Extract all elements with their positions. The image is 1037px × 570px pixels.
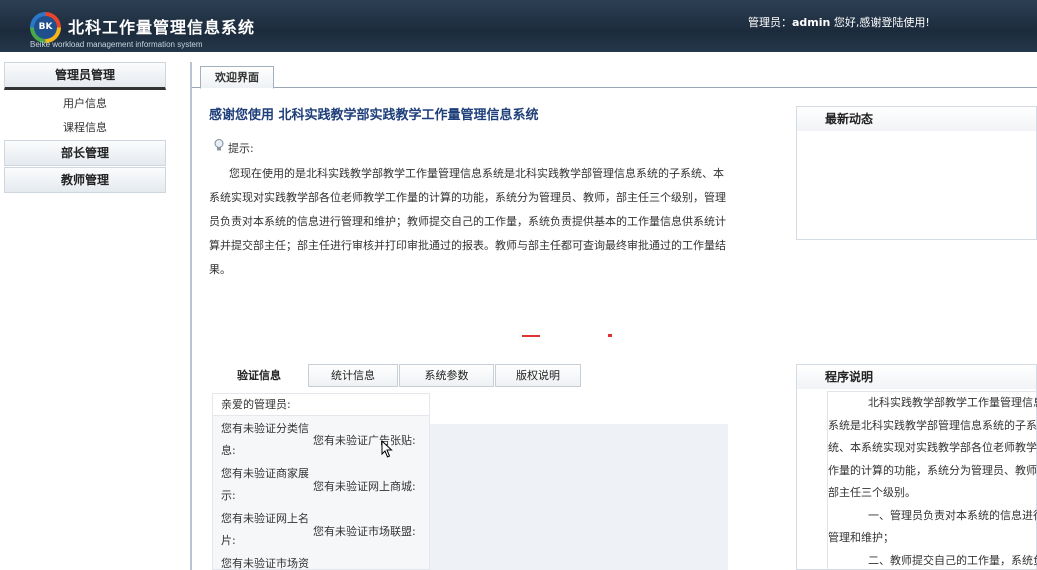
sidebar-group-admin[interactable]: 管理员管理	[4, 62, 166, 90]
verify-item: 您有未验证商家展示:	[221, 467, 309, 502]
program-line: 作量的计算的功能，系统分为管理员、教师、	[828, 463, 1037, 477]
verify-item: 您有未验证分类信息:	[221, 422, 309, 457]
app-subtitle: Beike workload management information sy…	[30, 40, 203, 49]
tab-copyright[interactable]: 版权说明	[495, 364, 581, 387]
mouse-cursor-icon	[381, 440, 393, 458]
tip-label: 提示:	[228, 142, 254, 155]
program-panel: 程序说明 北科实践教学部教学工作量管理信息系统是北科实践教学部管理信息系统的子系…	[796, 364, 1037, 570]
divider	[190, 62, 192, 570]
tab-statistics[interactable]: 统计信息	[308, 364, 398, 387]
program-line: 北科实践教学部教学工作量管理信息	[868, 396, 1037, 409]
program-line: 系统是北科实践教学部管理信息系统的子系	[828, 418, 1037, 432]
verify-item: 您有未验证市场联盟:	[313, 525, 416, 538]
welcome-title: 感谢您使用 北科实践教学部实践教学工作量管理信息系统	[209, 108, 539, 123]
program-title: 程序说明	[797, 365, 1036, 389]
decoration-mark	[522, 335, 540, 337]
user-name: admin	[792, 16, 831, 29]
sidebar-group-teacher[interactable]: 教师管理	[4, 167, 166, 193]
sidebar-group-director[interactable]: 部长管理	[4, 140, 166, 166]
program-text: 北科实践教学部教学工作量管理信息系统是北科实践教学部管理信息系统的子系 统、本系统…	[828, 392, 1037, 570]
program-line: 部主任三个级别。	[828, 486, 916, 499]
program-text-box: 北科实践教学部教学工作量管理信息系统是北科实践教学部管理信息系统的子系 统、本系统…	[827, 391, 1037, 570]
tip-text: 您现在使用的是北科实践教学部教学工作量管理信息系统是北科实践教学部管理信息系统的…	[209, 167, 726, 276]
sidebar-item-users[interactable]: 用户信息	[4, 93, 166, 115]
tab-parameters[interactable]: 系统参数	[399, 364, 494, 387]
tab-verify[interactable]: 验证信息	[212, 364, 306, 387]
decoration-dot	[608, 334, 612, 337]
verify-item: 您有未验证网上商城:	[313, 480, 416, 493]
lightbulb-icon	[214, 139, 224, 151]
verify-greeting: 亲爱的管理员:	[213, 394, 429, 416]
content-shade	[430, 424, 728, 570]
program-line: 统、本系统实现对实践教学部各位老师教学工	[828, 441, 1037, 454]
main-tabbar	[192, 62, 1037, 88]
user-greeting: 管理员：admin 您好,感谢登陆使用!	[748, 16, 930, 29]
sidebar: 管理员管理 用户信息 课程信息 部长管理 教师管理	[0, 52, 190, 570]
news-title: 最新动态	[797, 107, 1036, 131]
tab-welcome[interactable]: 欢迎界面	[200, 66, 274, 89]
program-line: 管理和维护；	[828, 531, 894, 544]
verify-item: 您有未验证市场资	[221, 557, 309, 570]
logo-icon: BK	[30, 12, 61, 43]
program-line: 一、管理员负责对本系统的信息进行	[868, 508, 1037, 522]
app-header: BK 北科工作量管理信息系统 Beike workload management…	[0, 0, 1037, 52]
sidebar-item-courses[interactable]: 课程信息	[4, 117, 166, 139]
verify-panel: 亲爱的管理员: 您有未验证分类信息: 您有未验证商家展示: 您有未验证网上名片:…	[212, 393, 430, 570]
app-title: 北科工作量管理信息系统	[68, 18, 256, 37]
program-line: 二、教师提交自己的工作量，系统负	[868, 553, 1037, 567]
verify-item: 您有未验证广告张贴:	[313, 434, 416, 447]
news-panel: 最新动态	[796, 106, 1037, 240]
verify-item: 您有未验证网上名片:	[221, 512, 309, 547]
